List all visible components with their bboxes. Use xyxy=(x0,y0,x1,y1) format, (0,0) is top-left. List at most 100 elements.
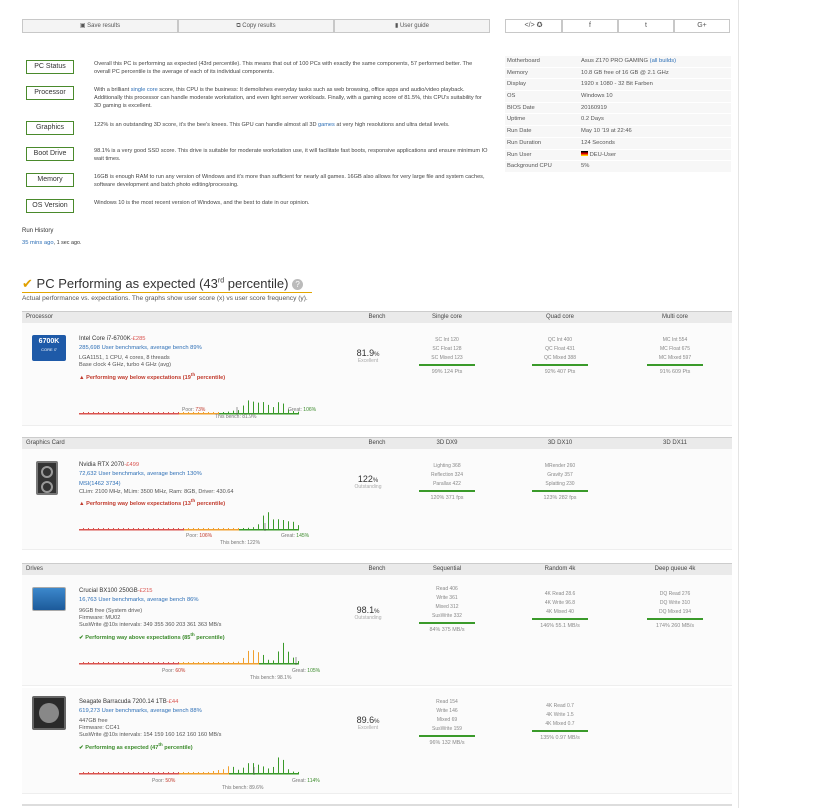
great-range-axis xyxy=(239,529,299,531)
twitter-icon: t xyxy=(645,22,647,29)
histogram-bar xyxy=(253,650,254,663)
histogram-bar xyxy=(233,661,234,663)
memory-summary: 16GB is enough RAM to run any version of… xyxy=(94,174,485,189)
histogram-bar xyxy=(118,412,119,413)
games-link[interactable]: games xyxy=(318,122,335,128)
user-guide-button[interactable]: ▮ User guide xyxy=(334,19,490,33)
copy-results-button[interactable]: ⧉ Copy results xyxy=(178,19,334,33)
gpu-dx10: MRender 260 Gravity 357 Splatting 230 123% … xyxy=(525,462,595,503)
os-summary: Windows 10 is the most recent version of… xyxy=(94,200,310,206)
histogram-bar xyxy=(273,660,274,663)
all-builds-link[interactable]: (all builds) xyxy=(650,58,676,64)
tab-os-version[interactable]: OS Version xyxy=(26,199,74,213)
histogram-bar xyxy=(208,771,209,773)
cpu-benchmarks-link[interactable]: 285,698 User benchmarks, average bench 8… xyxy=(79,345,202,351)
gpu-benchmarks-link[interactable]: 72,632 User benchmarks, average bench 13… xyxy=(79,471,202,477)
histogram-bar xyxy=(183,662,184,663)
flag-icon xyxy=(581,151,588,157)
gpu-this-bench: This bench: 122% xyxy=(220,540,261,546)
histogram-bar xyxy=(278,402,279,413)
histogram-bar xyxy=(223,662,224,663)
hdd-score: 89.6% Excellent xyxy=(356,715,380,731)
tab-boot-drive[interactable]: Boot Drive xyxy=(26,147,74,161)
tab-processor[interactable]: Processor xyxy=(26,86,74,100)
histogram-bar xyxy=(293,521,294,529)
histogram-bar xyxy=(148,412,149,413)
single-core-link[interactable]: single core xyxy=(131,87,158,93)
average-range-axis xyxy=(179,413,219,415)
tab-pc-status[interactable]: PC Status xyxy=(26,60,74,74)
histogram-bar xyxy=(88,528,89,529)
help-icon[interactable]: ? xyxy=(292,279,304,291)
histogram-bar xyxy=(123,412,124,413)
histogram-bar xyxy=(218,662,219,663)
cpu-multi-core: MC Int 554 MC Float 675 MC Mixed 597 91% 60… xyxy=(640,336,710,377)
histogram-bar xyxy=(268,659,269,663)
ssd-deep-queue: DQ Read 276 DQ Write 310 DQ Mixed 194 174% … xyxy=(640,590,710,631)
gpu-poor-label: Poor: 106% xyxy=(186,533,213,539)
histogram-bar xyxy=(103,528,104,529)
histogram-bar xyxy=(278,757,279,773)
ssd-image xyxy=(32,587,66,611)
histogram-bar xyxy=(223,769,224,773)
histogram-bar xyxy=(248,650,249,663)
histogram-bar xyxy=(118,662,119,663)
histogram-bar xyxy=(138,412,139,413)
histogram-bar xyxy=(188,772,189,773)
info-row: BIOS Date 20160919 xyxy=(505,103,731,115)
poor-range-axis xyxy=(79,413,179,415)
hdd-sequential: Read 154 Write 146 Mixed 69 SusWrite 159 96%… xyxy=(412,698,482,748)
histogram-bar xyxy=(273,407,274,413)
histogram-bar xyxy=(168,412,169,413)
histogram-bar xyxy=(118,772,119,773)
histogram-bar xyxy=(258,402,259,413)
histogram-bar xyxy=(243,405,244,413)
histogram-bar xyxy=(193,662,194,663)
info-row: Background CPU 5% xyxy=(505,161,731,173)
histogram-bar xyxy=(243,767,244,773)
histogram-bar xyxy=(123,772,124,773)
histogram-bar xyxy=(123,528,124,529)
histogram-bar xyxy=(183,528,184,529)
histogram-bar xyxy=(243,528,244,529)
histogram-bar xyxy=(193,528,194,529)
histogram-bar xyxy=(213,411,214,413)
cpu-great-label: Great: 106% xyxy=(288,407,317,413)
histogram-bar xyxy=(193,772,194,773)
histogram-bar xyxy=(98,662,99,663)
histogram-bar xyxy=(258,652,259,663)
ssd-benchmarks-link[interactable]: 16,763 User benchmarks, average bench 86… xyxy=(79,597,199,603)
tab-graphics[interactable]: Graphics xyxy=(26,121,74,135)
histogram-bar xyxy=(113,662,114,663)
run-history-link[interactable]: 35 mins ago xyxy=(22,240,54,246)
poor-range-axis xyxy=(79,773,179,775)
info-row: Display 1920 x 1080 - 32 Bit Farben xyxy=(505,79,731,92)
histogram-bar xyxy=(278,519,279,529)
histogram-bar xyxy=(238,410,239,413)
gpu-vendor-link[interactable]: MSI(1462 3734) xyxy=(79,481,121,487)
histogram-bar xyxy=(253,527,254,529)
info-row: Motherboard Asus Z170 PRO GAMING (all bui… xyxy=(505,56,731,68)
save-results-button[interactable]: ▣ Save results xyxy=(22,19,178,33)
gpu-card-image xyxy=(36,461,58,495)
histogram-bar xyxy=(248,400,249,413)
histogram-bar xyxy=(243,657,244,663)
twitter-share-button[interactable]: t xyxy=(618,19,674,33)
googleplus-share-button[interactable]: G+ xyxy=(674,19,730,33)
gpu-title: Nvidia RTX 2070-£499 xyxy=(79,462,140,468)
histogram-bar xyxy=(228,528,229,529)
tab-memory[interactable]: Memory xyxy=(26,173,74,187)
histogram-bar xyxy=(83,662,84,663)
histogram-bar xyxy=(103,772,104,773)
page-divider xyxy=(738,0,739,808)
facebook-share-button[interactable]: f xyxy=(562,19,618,33)
run-history-list: 35 mins ago, 1 sec ago. xyxy=(22,240,82,246)
hdd-benchmarks-link[interactable]: 619,273 User benchmarks, average bench 8… xyxy=(79,708,202,714)
histogram-bar xyxy=(148,528,149,529)
title-underline xyxy=(22,292,312,293)
embed-share-button[interactable]: </> ✪ xyxy=(505,19,562,33)
processor-panel: 6700K CORE i7 Intel Core i7-6700K-£285 28… xyxy=(22,323,732,426)
hdd-image xyxy=(32,696,66,730)
histogram-bar xyxy=(288,651,289,663)
hdd-title: Seagate Barracuda 7200.14 1TB-£44 xyxy=(79,699,179,705)
